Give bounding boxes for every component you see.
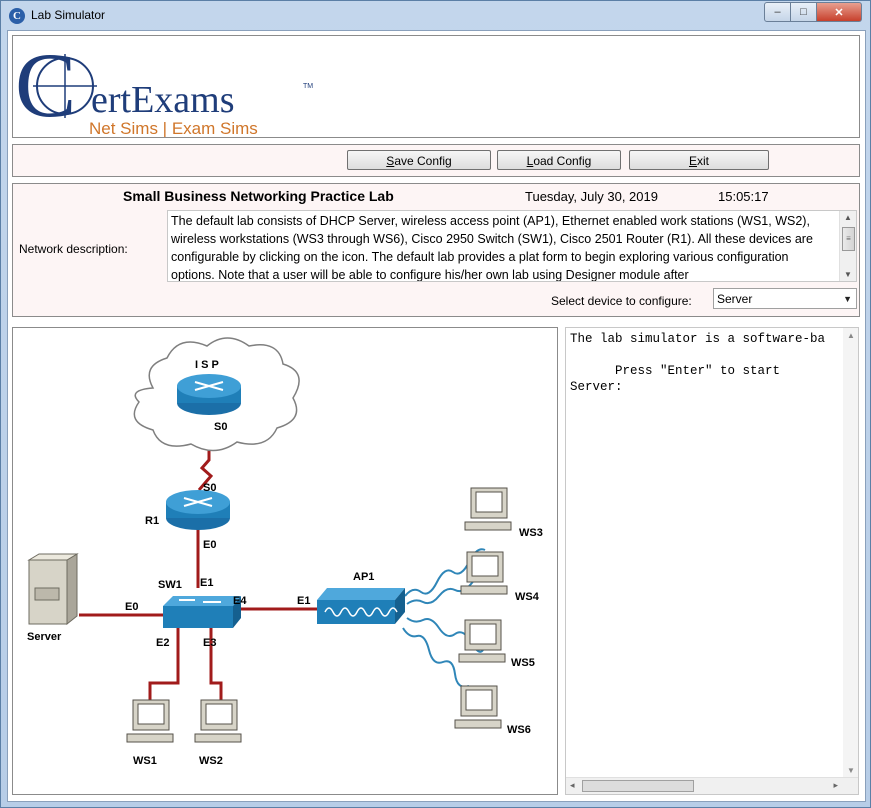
scroll-down-icon[interactable]: ▼ [847,766,855,775]
ws1-label: WS1 [133,755,157,767]
lab-title: Small Business Networking Practice Lab [123,188,394,204]
description-scrollbar[interactable]: ▲ ≡ ▼ [839,211,856,281]
minimize-button[interactable]: – [764,2,791,22]
ws6-workstation-icon[interactable] [454,685,502,729]
window-title: Lab Simulator [31,8,106,22]
ap1-access-point-icon[interactable] [317,588,405,624]
ws2-workstation-icon[interactable] [194,699,242,743]
network-description-label: Network description: [19,242,128,256]
wired-links [79,442,319,700]
console-vertical-scrollbar[interactable]: ▲ ▼ [843,328,858,778]
scroll-up-icon[interactable]: ▲ [844,213,852,222]
console-text: The lab simulator is a software-ba Press… [570,331,825,395]
isp-s0-label: S0 [214,421,227,433]
sw1-e4-label: E4 [233,595,247,607]
r1-s0-label: S0 [203,482,216,494]
select-device-label: Select device to configure: [551,294,692,308]
logo-initial: C [15,36,76,136]
lab-info-panel: Small Business Networking Practice Lab T… [12,183,860,317]
r1-label: R1 [145,515,159,527]
title-bar[interactable]: C Lab Simulator – □ ✕ [1,1,870,31]
chevron-down-icon[interactable]: ▼ [843,289,852,310]
console-prompt: Server: [570,380,623,394]
logo-panel: C ertExams TM Net Sims | Exam Sims [12,34,860,138]
sw1-label: SW1 [158,579,182,591]
server-e0-label: E0 [125,601,138,613]
maximize-button[interactable]: □ [791,2,817,22]
exit-label: xit [697,154,709,168]
network-diagram-panel: I S P S0 S0 R1 E0 SW1 E1 E4 E2 E3 Server… [12,327,558,795]
scroll-right-icon[interactable]: ▸ [833,780,838,791]
ws2-label: WS2 [199,755,223,767]
isp-router-icon[interactable] [177,374,241,415]
network-description-box[interactable]: The default lab consists of DHCP Server,… [167,210,857,282]
maximize-icon: □ [800,6,807,18]
scroll-thumb[interactable]: ≡ [842,227,855,251]
console-line: The lab simulator is a software-ba [570,332,826,346]
ws3-label: WS3 [519,527,543,539]
network-diagram: I S P S0 S0 R1 E0 SW1 E1 E4 E2 E3 Server… [27,337,543,767]
scroll-down-icon[interactable]: ▼ [844,270,852,279]
scroll-left-icon[interactable]: ◂ [570,780,575,791]
client-area: C ertExams TM Net Sims | Exam Sims Save … [7,30,866,802]
ws1-workstation-icon[interactable] [126,699,174,743]
sw1-switch-icon[interactable] [163,596,241,628]
ws4-workstation-icon[interactable] [460,551,508,595]
close-button[interactable]: ✕ [817,2,862,22]
network-description-text: The default lab consists of DHCP Server,… [171,214,813,282]
toolbar: Save Config Load Config Exit [12,144,860,177]
save-config-button[interactable]: Save Config [347,150,491,170]
ws5-workstation-icon[interactable] [458,619,506,663]
server-label: Server [27,631,62,643]
current-date: Tuesday, July 30, 2019 [525,189,658,204]
sw1-e1-label: E1 [200,577,213,589]
sw1-e2-label: E2 [156,637,169,649]
logo-trademark: TM [303,83,313,90]
exit-button[interactable]: Exit [629,150,769,170]
app-icon[interactable]: C [9,8,25,24]
load-config-button[interactable]: Load Config [497,150,621,170]
r1-e0-label: E0 [203,539,216,551]
ap1-label: AP1 [353,571,374,583]
current-time: 15:05:17 [718,189,769,204]
ws3-workstation-icon[interactable] [464,487,512,531]
device-select[interactable]: Server ▼ [713,288,857,309]
sw1-e3-label: E3 [203,637,216,649]
save-config-label: ave Config [394,154,452,168]
load-config-label: oad Config [533,154,592,168]
window-controls: – □ ✕ [764,2,862,22]
r1-router-icon[interactable] [166,490,230,530]
horizontal-scroll-thumb[interactable] [582,780,694,792]
minimize-icon: – [774,6,781,18]
console-output[interactable]: The lab simulator is a software-ba Press… [565,327,859,795]
ws5-label: WS5 [511,657,535,669]
logo-tagline: Net Sims | Exam Sims [89,119,258,137]
logo-brand: ertExams [91,79,235,121]
isp-label: I S P [195,359,219,371]
console-horizontal-scrollbar[interactable]: ◂ ▸ [566,777,858,794]
certexams-logo: C ertExams TM Net Sims | Exam Sims [15,34,313,138]
device-select-value: Server [717,292,753,306]
scroll-up-icon[interactable]: ▲ [847,331,855,340]
close-icon: ✕ [834,6,844,19]
console-line: Press "Enter" to start [570,364,781,378]
ws6-label: WS6 [507,724,531,736]
app-window: C Lab Simulator – □ ✕ C ertExams TM Net … [0,0,871,808]
server-icon[interactable] [27,553,79,626]
ws4-label: WS4 [515,591,540,603]
ap1-e1-label: E1 [297,595,310,607]
